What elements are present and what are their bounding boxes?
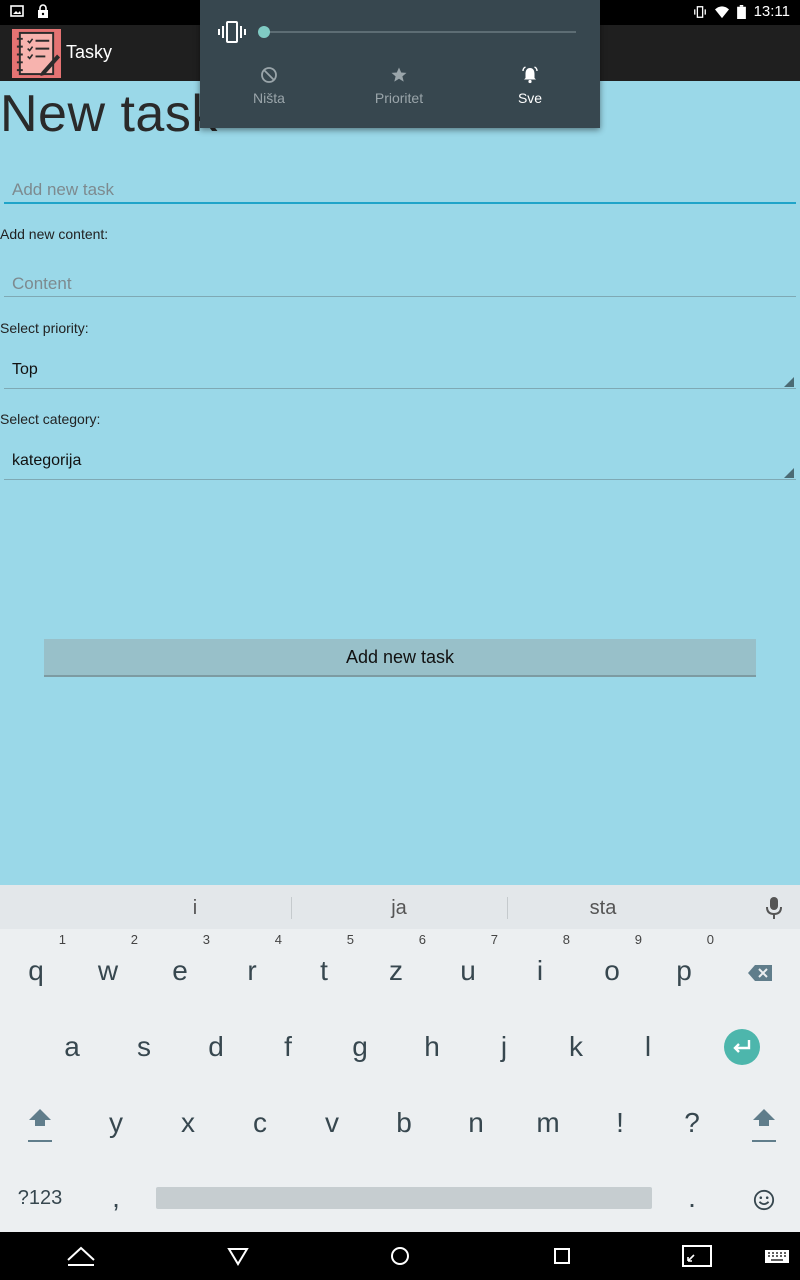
navigation-bar bbox=[0, 1232, 800, 1280]
key-question[interactable]: ? bbox=[656, 1093, 728, 1153]
mode-none-button[interactable]: Ništa bbox=[209, 66, 329, 106]
back-icon[interactable] bbox=[223, 1244, 253, 1268]
backspace-key[interactable] bbox=[724, 941, 796, 1001]
microphone-icon[interactable] bbox=[766, 897, 782, 919]
keyboard-hide-icon[interactable] bbox=[66, 1244, 96, 1268]
key-period[interactable]: . bbox=[656, 1168, 728, 1228]
key-u[interactable]: u7 bbox=[432, 933, 504, 1001]
mode-priority-label: Prioritet bbox=[374, 90, 424, 106]
key-g[interactable]: g bbox=[324, 1017, 396, 1077]
key-t[interactable]: t5 bbox=[288, 933, 360, 1001]
shift-key-right[interactable] bbox=[728, 1093, 800, 1153]
page-title: New task bbox=[0, 85, 218, 143]
key-f[interactable]: f bbox=[252, 1017, 324, 1077]
key-s[interactable]: s bbox=[108, 1017, 180, 1077]
key-comma[interactable]: , bbox=[80, 1168, 152, 1228]
key-e[interactable]: e3 bbox=[144, 933, 216, 1001]
key-z[interactable]: z6 bbox=[360, 933, 432, 1001]
category-spinner[interactable]: kategorija bbox=[4, 444, 796, 480]
key-c[interactable]: c bbox=[224, 1093, 296, 1153]
vibrate-icon[interactable] bbox=[218, 20, 246, 44]
suggestion-2[interactable]: ja bbox=[299, 897, 499, 920]
volume-slider-track[interactable] bbox=[264, 31, 576, 33]
suggestion-3[interactable]: sta bbox=[503, 897, 703, 920]
key-x[interactable]: x bbox=[152, 1093, 224, 1153]
key-o[interactable]: o9 bbox=[576, 933, 648, 1001]
emoji-icon bbox=[753, 1189, 775, 1210]
mode-all-button[interactable]: Sve bbox=[470, 66, 590, 106]
recents-icon[interactable] bbox=[547, 1244, 577, 1268]
task-title-input[interactable] bbox=[4, 175, 796, 205]
status-time: 13:11 bbox=[753, 3, 790, 20]
bell-icon bbox=[522, 66, 538, 84]
key-a[interactable]: a bbox=[36, 1017, 108, 1077]
notebook-checklist-icon[interactable] bbox=[12, 29, 61, 78]
mode-none-label: Ništa bbox=[253, 90, 285, 106]
key-m[interactable]: m bbox=[512, 1093, 584, 1153]
spacebar[interactable] bbox=[156, 1187, 652, 1209]
key-y[interactable]: y bbox=[80, 1093, 152, 1153]
mode-all-label: Sve bbox=[517, 90, 543, 106]
key-l[interactable]: l bbox=[612, 1017, 684, 1077]
key-i[interactable]: i8 bbox=[504, 933, 576, 1001]
category-label: Select category: bbox=[0, 411, 101, 427]
block-icon bbox=[261, 67, 277, 83]
add-task-button[interactable]: Add new task bbox=[44, 639, 756, 677]
dropdown-arrow-icon bbox=[784, 377, 794, 387]
key-w[interactable]: w2 bbox=[72, 933, 144, 1001]
screen-mode-icon[interactable] bbox=[682, 1244, 712, 1268]
dropdown-arrow-icon bbox=[784, 468, 794, 478]
content-label: Add new content: bbox=[0, 226, 109, 242]
shift-icon bbox=[28, 1108, 52, 1142]
content-input[interactable] bbox=[4, 269, 796, 299]
key-k[interactable]: k bbox=[540, 1017, 612, 1077]
soft-keyboard: i ja sta q1 w2 e3 r4 t5 z6 u7 i8 o9 p0 a… bbox=[0, 885, 800, 1232]
mode-priority-button[interactable]: Prioritet bbox=[339, 66, 459, 106]
keyboard-switch-icon[interactable] bbox=[762, 1244, 792, 1268]
suggestion-strip: i ja sta bbox=[0, 885, 800, 929]
enter-icon bbox=[733, 1040, 751, 1053]
key-j[interactable]: j bbox=[468, 1017, 540, 1077]
battery-icon bbox=[736, 4, 746, 19]
volume-slider-thumb[interactable] bbox=[258, 26, 270, 38]
task-title-underline bbox=[4, 202, 796, 204]
key-r[interactable]: r4 bbox=[216, 933, 288, 1001]
wifi-icon bbox=[714, 5, 729, 18]
key-n[interactable]: n bbox=[440, 1093, 512, 1153]
priority-label: Select priority: bbox=[0, 320, 89, 336]
priority-spinner[interactable]: Top bbox=[4, 353, 796, 389]
star-icon bbox=[391, 67, 407, 82]
image-icon bbox=[10, 5, 24, 17]
shift-icon bbox=[752, 1108, 776, 1142]
app-title: Tasky bbox=[66, 42, 113, 62]
home-icon[interactable] bbox=[385, 1244, 415, 1268]
suggestion-1[interactable]: i bbox=[95, 897, 295, 920]
category-value: kategorija bbox=[12, 452, 82, 469]
lock-icon bbox=[38, 4, 48, 18]
key-b[interactable]: b bbox=[368, 1093, 440, 1153]
key-v[interactable]: v bbox=[296, 1093, 368, 1153]
key-p[interactable]: p0 bbox=[648, 933, 720, 1001]
symbols-key[interactable]: ?123 bbox=[4, 1168, 76, 1228]
backspace-icon bbox=[748, 964, 772, 981]
key-d[interactable]: d bbox=[180, 1017, 252, 1077]
vibrate-icon bbox=[693, 5, 706, 18]
priority-value: Top bbox=[12, 361, 38, 378]
key-q[interactable]: q1 bbox=[0, 933, 72, 1001]
shift-key-left[interactable] bbox=[4, 1093, 76, 1153]
content-underline bbox=[4, 296, 796, 297]
key-h[interactable]: h bbox=[396, 1017, 468, 1077]
volume-panel: Ništa Prioritet Sve bbox=[200, 0, 600, 128]
enter-key[interactable] bbox=[724, 1029, 760, 1065]
key-exclamation[interactable]: ! bbox=[584, 1093, 656, 1153]
emoji-key[interactable] bbox=[728, 1168, 800, 1228]
